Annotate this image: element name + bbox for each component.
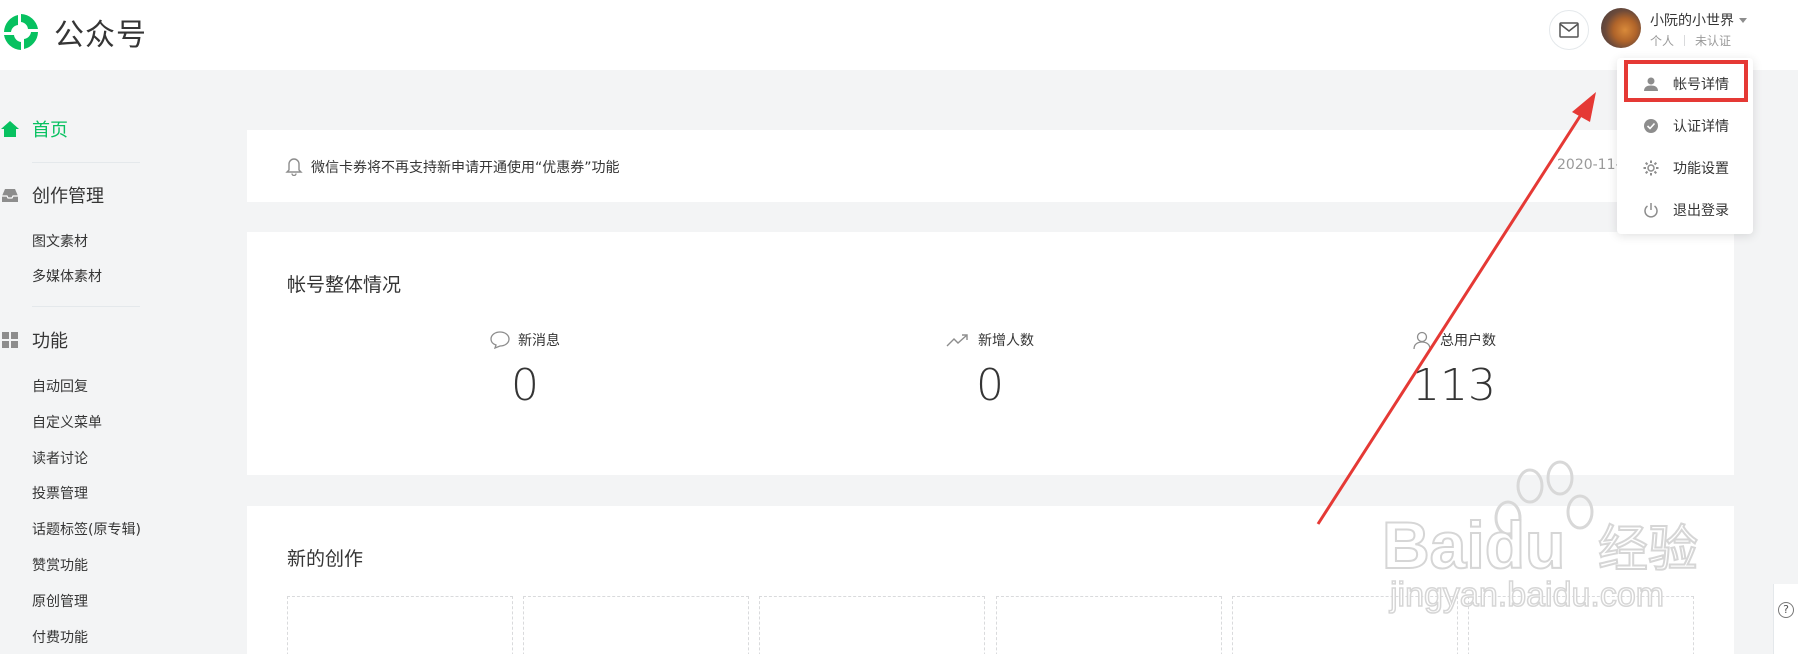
create-slot[interactable] xyxy=(287,596,513,654)
stat-label: 新消息 xyxy=(518,333,560,349)
stat-total-users[interactable]: 总用户数 113 xyxy=(1304,330,1604,411)
stat-value: 0 xyxy=(511,360,539,411)
stat-value: 0 xyxy=(976,360,1004,411)
chat-bubble-icon xyxy=(490,331,510,349)
question-icon: ? xyxy=(1778,602,1794,618)
section-title: 新的创作 xyxy=(287,548,364,570)
create-slot[interactable] xyxy=(523,596,749,654)
new-creation-card: 新的创作 xyxy=(247,506,1734,654)
sidebar-item-reader-discussion[interactable]: 读者讨论 xyxy=(32,448,88,468)
grid-icon xyxy=(2,332,18,348)
sidebar-item-appreciation[interactable]: 赞赏功能 xyxy=(32,555,88,575)
account-overview-card: 帐号整体情况 新消息 0 新增人数 0 总用户数 113 xyxy=(247,232,1734,475)
stat-label-row: 新增人数 xyxy=(840,330,1140,350)
notice-date: 2020-11- xyxy=(1557,157,1621,173)
mail-icon xyxy=(1559,22,1579,38)
trend-up-icon xyxy=(946,334,968,347)
chevron-down-icon[interactable] xyxy=(1739,18,1747,23)
menu-item-logout[interactable]: 退出登录 xyxy=(1617,191,1753,229)
sidebar-item-home[interactable]: 首页 xyxy=(0,116,68,142)
stat-new-followers[interactable]: 新增人数 0 xyxy=(840,330,1140,411)
account-type: 个人 xyxy=(1650,34,1675,48)
menu-item-label: 退出登录 xyxy=(1673,203,1729,219)
sidebar-section-label: 功能 xyxy=(32,331,68,352)
messages-button[interactable] xyxy=(1549,10,1589,50)
create-slot[interactable] xyxy=(996,596,1222,654)
create-slot[interactable] xyxy=(1232,596,1458,654)
notice-text[interactable]: 微信卡券将不再支持新申请开通使用“优惠券”功能 xyxy=(311,157,620,177)
meta-divider xyxy=(1684,35,1686,46)
sidebar-item-auto-reply[interactable]: 自动回复 xyxy=(32,376,88,396)
user-icon xyxy=(1413,331,1431,350)
help-side-tab[interactable]: ? xyxy=(1773,584,1798,654)
menu-item-feature-settings[interactable]: 功能设置 xyxy=(1617,149,1753,187)
divider xyxy=(32,162,140,163)
stat-new-messages[interactable]: 新消息 0 xyxy=(375,330,675,411)
account-name[interactable]: 小阮的小世界 xyxy=(1650,10,1734,30)
create-slot[interactable] xyxy=(1468,596,1694,654)
menu-item-label: 认证详情 xyxy=(1673,119,1729,135)
stat-label-row: 总用户数 xyxy=(1304,330,1604,350)
notice-card: 微信卡券将不再支持新申请开通使用“优惠券”功能 2020-11- xyxy=(247,130,1734,202)
sidebar-item-label: 首页 xyxy=(32,120,68,141)
power-icon xyxy=(1644,203,1658,218)
sidebar-item-topic-tags[interactable]: 话题标签(原专辑) xyxy=(32,519,141,539)
bell-icon xyxy=(285,158,303,176)
verification-status: 未认证 xyxy=(1695,34,1732,48)
account-meta: 个人 未认证 xyxy=(1650,32,1731,49)
sidebar-item-custom-menu[interactable]: 自定义菜单 xyxy=(32,412,102,432)
home-icon xyxy=(1,121,19,137)
inbox-icon xyxy=(2,189,18,202)
sidebar-item-original[interactable]: 原创管理 xyxy=(32,591,88,611)
top-bar: 公众号 小阮的小世界 个人 未认证 xyxy=(0,0,1798,70)
sidebar-item-media[interactable]: 多媒体素材 xyxy=(32,266,102,286)
app-name: 公众号 xyxy=(54,18,147,53)
menu-item-verification-details[interactable]: 认证详情 xyxy=(1617,107,1753,145)
sidebar-item-articles[interactable]: 图文素材 xyxy=(32,231,88,251)
sidebar-item-paid[interactable]: 付费功能 xyxy=(32,627,88,647)
check-circle-icon xyxy=(1644,119,1658,133)
wechat-logo-icon xyxy=(4,14,38,50)
divider xyxy=(32,306,140,307)
stat-label-row: 新消息 xyxy=(375,330,675,350)
highlight-annotation-box xyxy=(1624,60,1748,102)
create-slot[interactable] xyxy=(759,596,985,654)
sidebar-section-creation[interactable]: 创作管理 xyxy=(0,182,104,208)
section-title: 帐号整体情况 xyxy=(287,274,402,296)
avatar[interactable] xyxy=(1601,8,1641,48)
sidebar: 首页 创作管理 图文素材 多媒体素材 功能 自动回复 自定义菜单 读者讨论 投票… xyxy=(0,70,160,654)
sidebar-item-vote-management[interactable]: 投票管理 xyxy=(32,483,88,503)
logo[interactable]: 公众号 xyxy=(0,10,147,54)
gear-icon xyxy=(1643,160,1659,176)
sidebar-section-label: 创作管理 xyxy=(32,186,104,207)
sidebar-section-features[interactable]: 功能 xyxy=(0,327,68,353)
stat-label: 总用户数 xyxy=(1440,333,1496,349)
menu-item-label: 功能设置 xyxy=(1673,161,1729,177)
stat-label: 新增人数 xyxy=(978,333,1034,349)
stat-value: 113 xyxy=(1412,360,1496,411)
